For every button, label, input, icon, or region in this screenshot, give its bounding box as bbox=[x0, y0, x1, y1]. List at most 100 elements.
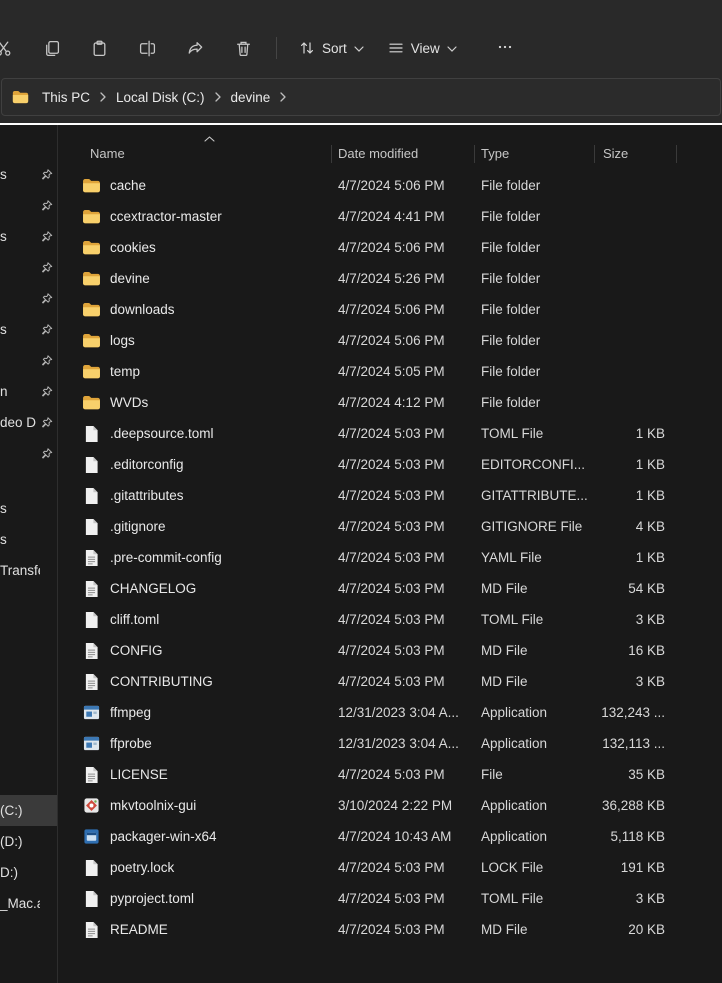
breadcrumb-item[interactable]: devine bbox=[224, 86, 278, 109]
file-row[interactable]: .gitattributes 4/7/2024 5:03 PM GITATTRIBU… bbox=[58, 480, 722, 511]
file-row[interactable]: CONFIG 4/7/2024 5:03 PM MD File 16 KB bbox=[58, 635, 722, 666]
file-row[interactable]: cache 4/7/2024 5:06 PM File folder bbox=[58, 170, 722, 201]
sidebar-item[interactable]: s bbox=[0, 159, 57, 190]
file-icon bbox=[82, 486, 101, 505]
file-row[interactable]: ffprobe 12/31/2023 3:04 A... Application 13… bbox=[58, 728, 722, 759]
file-name: .pre-commit-config bbox=[110, 550, 222, 565]
file-name-cell: .deepsource.toml bbox=[58, 424, 332, 443]
file-row[interactable]: CHANGELOG 4/7/2024 5:03 PM MD File 54 KB bbox=[58, 573, 722, 604]
file-name-cell: WVDs bbox=[58, 393, 332, 412]
column-header-name[interactable]: Name bbox=[58, 144, 332, 163]
file-name-cell: downloads bbox=[58, 300, 332, 319]
file-name-cell: pyproject.toml bbox=[58, 889, 332, 908]
sidebar-item-label: s bbox=[0, 322, 7, 337]
sidebar-item[interactable]: _Mac.ap bbox=[0, 888, 57, 919]
sidebar-item[interactable]: s bbox=[0, 524, 57, 555]
file-name: CONTRIBUTING bbox=[110, 674, 213, 689]
sort-icon bbox=[299, 40, 315, 56]
more-options-button[interactable] bbox=[485, 29, 525, 67]
file-type: TOML File bbox=[481, 891, 544, 906]
sidebar-item-label: s bbox=[0, 532, 7, 547]
file-row[interactable]: LICENSE 4/7/2024 5:03 PM File 35 KB bbox=[58, 759, 722, 790]
explorer-content: s s s n deo D s s Transfer (C:) (D:) D:) _Mac.ap Na… bbox=[0, 125, 722, 983]
file-row[interactable]: downloads 4/7/2024 5:06 PM File folder bbox=[58, 294, 722, 325]
rename-button[interactable] bbox=[126, 29, 168, 67]
file-type: GITATTRIBUTE... bbox=[481, 488, 588, 503]
sidebar-section: s s s n deo D bbox=[0, 159, 57, 469]
sidebar-item-label: s bbox=[0, 229, 7, 244]
file-type: File folder bbox=[481, 209, 541, 224]
sidebar-item[interactable]: deo D bbox=[0, 407, 57, 438]
column-header-type[interactable]: Type bbox=[475, 144, 595, 163]
file-row[interactable]: .gitignore 4/7/2024 5:03 PM GITIGNORE File… bbox=[58, 511, 722, 542]
address-bar[interactable]: This PC Local Disk (C:) devine bbox=[1, 78, 721, 116]
file-row[interactable]: devine 4/7/2024 5:26 PM File folder bbox=[58, 263, 722, 294]
file-size: 1 KB bbox=[635, 488, 665, 503]
chevron-right-icon bbox=[212, 92, 224, 102]
file-date-modified: 4/7/2024 5:03 PM bbox=[338, 643, 445, 658]
sidebar-item[interactable] bbox=[0, 438, 57, 469]
file-type: MD File bbox=[481, 674, 528, 689]
file-size: 54 KB bbox=[628, 581, 665, 596]
file-date-modified: 4/7/2024 5:03 PM bbox=[338, 550, 445, 565]
pin-icon bbox=[40, 385, 53, 398]
sidebar-item[interactable]: s bbox=[0, 314, 57, 345]
paste-icon bbox=[90, 39, 109, 58]
column-headers: Name Date modified Type Size bbox=[58, 136, 722, 170]
sidebar-item[interactable]: (D:) bbox=[0, 826, 57, 857]
sidebar-item[interactable] bbox=[0, 283, 57, 314]
file-size: 4 KB bbox=[635, 519, 665, 534]
cut-button[interactable] bbox=[0, 29, 24, 67]
file-date-modified: 4/7/2024 5:03 PM bbox=[338, 891, 445, 906]
sidebar-item[interactable]: s bbox=[0, 221, 57, 252]
file-name-cell: .pre-commit-config bbox=[58, 548, 332, 567]
file-row[interactable]: WVDs 4/7/2024 4:12 PM File folder bbox=[58, 387, 722, 418]
file-row[interactable]: .editorconfig 4/7/2024 5:03 PM EDITORCONFI… bbox=[58, 449, 722, 480]
file-name-cell: ffmpeg bbox=[58, 703, 332, 722]
sidebar-item[interactable] bbox=[0, 190, 57, 221]
file-row[interactable]: poetry.lock 4/7/2024 5:03 PM LOCK File 191 … bbox=[58, 852, 722, 883]
share-button[interactable] bbox=[174, 29, 216, 67]
sidebar-item[interactable] bbox=[0, 252, 57, 283]
file-row[interactable]: .pre-commit-config 4/7/2024 5:03 PM YAML F… bbox=[58, 542, 722, 573]
view-button[interactable]: View bbox=[376, 29, 469, 67]
file-row[interactable]: ccextractor-master 4/7/2024 4:41 PM File f… bbox=[58, 201, 722, 232]
sidebar-item[interactable] bbox=[0, 345, 57, 376]
file-row[interactable]: .deepsource.toml 4/7/2024 5:03 PM TOML Fil… bbox=[58, 418, 722, 449]
sidebar-item[interactable]: (C:) bbox=[0, 795, 57, 826]
file-name-cell: CHANGELOG bbox=[58, 579, 332, 598]
address-row: This PC Local Disk (C:) devine bbox=[0, 76, 722, 123]
file-name: pyproject.toml bbox=[110, 891, 195, 906]
sidebar-item[interactable]: D:) bbox=[0, 857, 57, 888]
sidebar-item[interactable]: n bbox=[0, 376, 57, 407]
pin-icon bbox=[40, 323, 53, 336]
file-row[interactable]: logs 4/7/2024 5:06 PM File folder bbox=[58, 325, 722, 356]
file-row[interactable]: cookies 4/7/2024 5:06 PM File folder bbox=[58, 232, 722, 263]
breadcrumb-item[interactable]: Local Disk (C:) bbox=[109, 86, 212, 109]
delete-button[interactable] bbox=[222, 29, 264, 67]
file-name: ffmpeg bbox=[110, 705, 152, 720]
sort-button[interactable]: Sort bbox=[287, 29, 376, 67]
file-row[interactable]: CONTRIBUTING 4/7/2024 5:03 PM MD File 3 KB bbox=[58, 666, 722, 697]
file-row[interactable]: pyproject.toml 4/7/2024 5:03 PM TOML File 3… bbox=[58, 883, 722, 914]
sidebar-item[interactable]: s bbox=[0, 493, 57, 524]
file-row[interactable]: mkvtoolnix-gui 3/10/2024 2:22 PM Applicati… bbox=[58, 790, 722, 821]
paste-button[interactable] bbox=[78, 29, 120, 67]
file-row[interactable]: README 4/7/2024 5:03 PM MD File 20 KB bbox=[58, 914, 722, 945]
column-header-date-modified[interactable]: Date modified bbox=[332, 144, 475, 163]
file-row[interactable]: ffmpeg 12/31/2023 3:04 A... Application 132… bbox=[58, 697, 722, 728]
folder-icon bbox=[82, 362, 101, 381]
file-size: 191 KB bbox=[620, 860, 665, 875]
doc-icon bbox=[82, 641, 101, 660]
file-row[interactable]: cliff.toml 4/7/2024 5:03 PM TOML File 3 KB bbox=[58, 604, 722, 635]
file-date-modified: 4/7/2024 5:06 PM bbox=[338, 240, 445, 255]
file-name: devine bbox=[110, 271, 150, 286]
column-header-size[interactable]: Size bbox=[595, 144, 677, 163]
file-row[interactable]: packager-win-x64 4/7/2024 10:43 AM Applica… bbox=[58, 821, 722, 852]
file-row[interactable]: temp 4/7/2024 5:05 PM File folder bbox=[58, 356, 722, 387]
file-type: Application bbox=[481, 798, 548, 813]
copy-button[interactable] bbox=[30, 29, 72, 67]
sidebar-item[interactable]: Transfer bbox=[0, 555, 57, 586]
file-name: downloads bbox=[110, 302, 175, 317]
breadcrumb-item[interactable]: This PC bbox=[35, 86, 97, 109]
